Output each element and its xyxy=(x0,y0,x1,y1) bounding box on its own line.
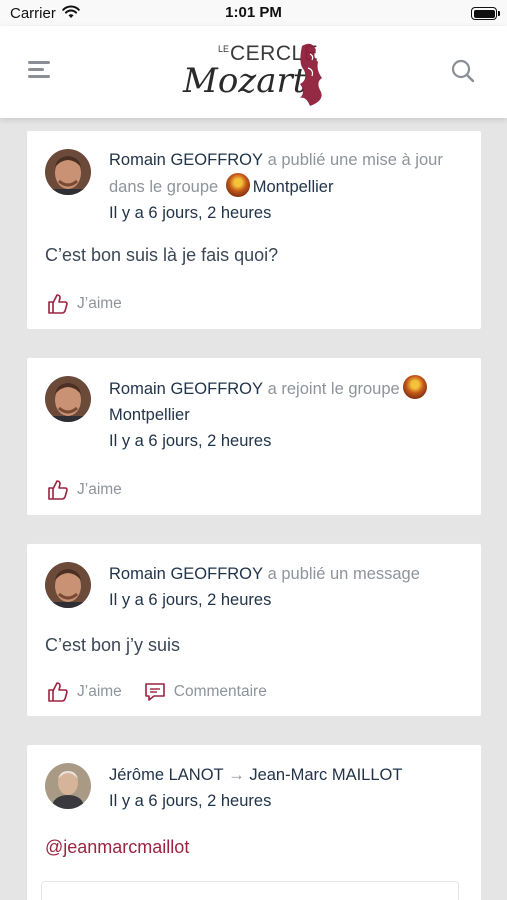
post-header: Jérôme LANOT → Jean-Marc MAILLOT Il y a … xyxy=(109,762,465,814)
status-bar: Carrier 1:01 PM xyxy=(0,0,507,26)
embedded-content xyxy=(41,881,459,900)
activity-card: Romain GEOFFROY a publié une mise à jour… xyxy=(26,130,482,330)
avatar[interactable] xyxy=(45,562,91,608)
clock: 1:01 PM xyxy=(225,4,282,21)
post-header: Romain GEOFFROY a rejoint le groupe Mont… xyxy=(109,375,465,454)
svg-text:Mozart: Mozart xyxy=(182,61,307,101)
activity-feed[interactable]: Romain GEOFFROY a publié une mise à jour… xyxy=(0,118,507,900)
svg-text:LE: LE xyxy=(218,44,229,54)
post-time: Il y a 6 jours, 2 heures xyxy=(109,792,272,810)
group-name[interactable]: Montpellier xyxy=(109,406,190,424)
post-text: C’est bon suis là je fais quoi? xyxy=(45,245,279,265)
post-text: C’est bon j’y suis xyxy=(45,635,181,655)
post-time: Il y a 6 jours, 2 heures xyxy=(109,204,272,222)
like-label: J’aime xyxy=(77,683,122,700)
post-actions: J’aime xyxy=(47,478,144,502)
comment-label: Commentaire xyxy=(173,683,267,700)
arrow-icon: → xyxy=(228,766,245,784)
group-name[interactable]: Montpellier xyxy=(253,178,334,196)
menu-icon[interactable] xyxy=(28,59,52,81)
avatar[interactable] xyxy=(45,149,91,195)
recipient-name[interactable]: Jean-Marc MAILLOT xyxy=(249,766,402,784)
group-avatar[interactable] xyxy=(225,173,250,197)
author-name[interactable]: Romain GEOFFROY xyxy=(109,151,263,169)
thumbs-up-icon xyxy=(48,294,68,314)
comment-button[interactable]: Commentaire xyxy=(144,681,267,703)
cercle-mozart-logo: LE CERCLE Mozart xyxy=(182,42,322,106)
avatar[interactable] xyxy=(45,376,91,422)
post-action: a rejoint le groupe xyxy=(267,380,400,398)
like-button[interactable]: J’aime xyxy=(47,293,122,315)
group-avatar[interactable] xyxy=(402,375,427,399)
activity-card: Jérôme LANOT → Jean-Marc MAILLOT Il y a … xyxy=(26,744,482,900)
like-label: J’aime xyxy=(77,481,122,498)
avatar[interactable] xyxy=(45,763,91,809)
author-name[interactable]: Romain GEOFFROY xyxy=(109,380,263,398)
post-header: Romain GEOFFROY a publié un message Il y… xyxy=(109,561,465,613)
battery-icon xyxy=(471,7,500,20)
author-name[interactable]: Romain GEOFFROY xyxy=(109,565,263,583)
post-header: Romain GEOFFROY a publié une mise à jour… xyxy=(109,147,465,226)
author-name[interactable]: Jérôme LANOT xyxy=(109,766,224,784)
search-icon[interactable] xyxy=(451,59,475,83)
post-actions: J’aime Commentaire xyxy=(47,680,289,704)
like-button[interactable]: J’aime xyxy=(47,681,122,703)
activity-card: Romain GEOFFROY a publié un message Il y… xyxy=(26,543,482,717)
like-button[interactable]: J’aime xyxy=(47,479,122,501)
post-text[interactable]: @jeanmarcmaillot xyxy=(45,837,465,858)
like-label: J’aime xyxy=(77,295,122,312)
comment-icon xyxy=(144,683,165,701)
post-actions: J’aime xyxy=(47,292,144,316)
activity-card: Romain GEOFFROY a rejoint le groupe Mont… xyxy=(26,357,482,516)
app-header: LE CERCLE Mozart xyxy=(0,26,507,118)
post-action: a publié un message xyxy=(267,565,420,583)
post-time: Il y a 6 jours, 2 heures xyxy=(109,432,272,450)
post-time: Il y a 6 jours, 2 heures xyxy=(109,591,272,609)
thumbs-up-icon xyxy=(48,682,68,702)
thumbs-up-icon xyxy=(48,480,68,500)
